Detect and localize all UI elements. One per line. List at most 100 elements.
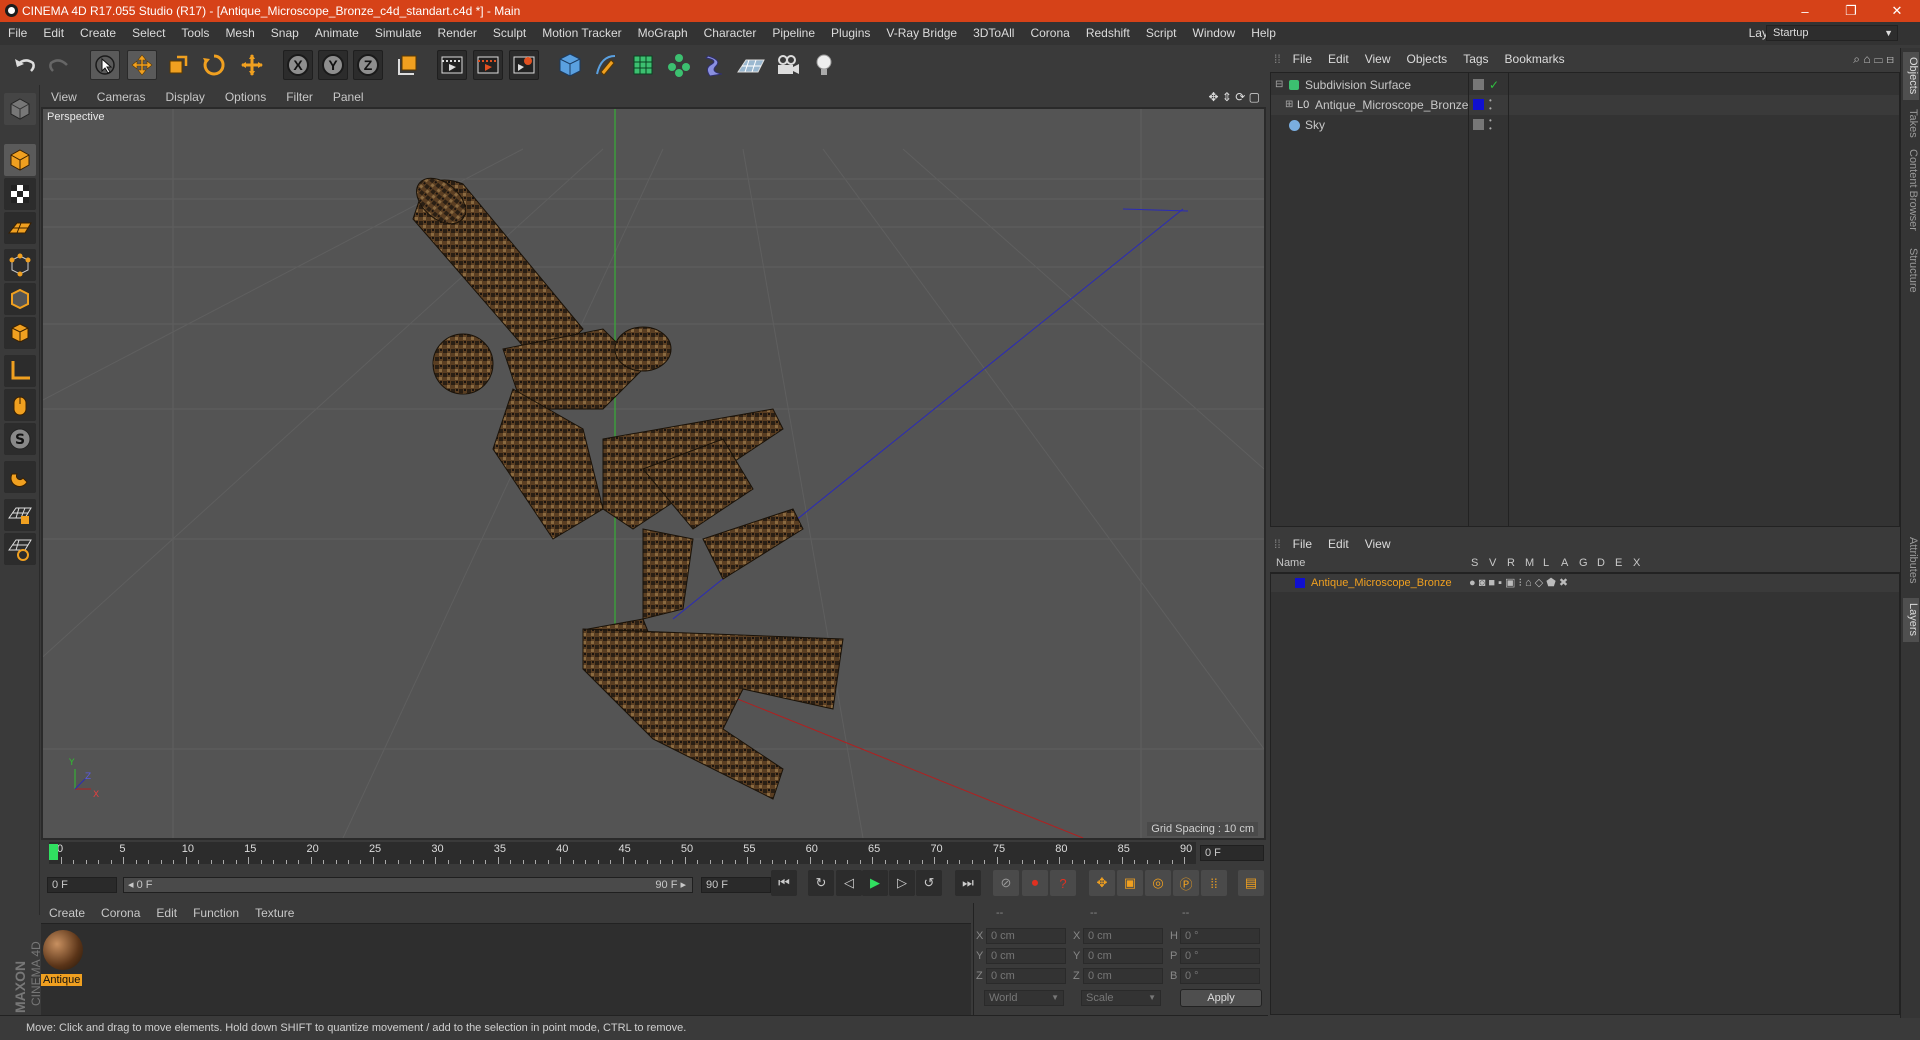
layer-col-generators[interactable]: G bbox=[1579, 557, 1588, 569]
key-rotation-button[interactable]: ◎ bbox=[1145, 870, 1171, 896]
coordinate-system-button[interactable] bbox=[393, 50, 423, 80]
position-x-field[interactable]: 0 cm bbox=[986, 928, 1066, 944]
planar-workplane-button[interactable] bbox=[4, 533, 36, 565]
timeline-window-button[interactable]: ▤ bbox=[1238, 870, 1264, 896]
pen-spline-button[interactable] bbox=[591, 50, 621, 80]
light-button[interactable] bbox=[809, 50, 839, 80]
material-menu-edit[interactable]: Edit bbox=[148, 906, 185, 920]
magnet-button[interactable] bbox=[4, 461, 36, 493]
menu-tools[interactable]: Tools bbox=[173, 22, 217, 45]
viewport-menu-cameras[interactable]: Cameras bbox=[87, 90, 156, 104]
layer-toggle-icons[interactable]: ● ◙ ■ ▪ ▣ ⁝ ⌂ ◇ ⬟ ✖ bbox=[1469, 574, 1568, 592]
layer-col-solo[interactable]: S bbox=[1471, 557, 1478, 569]
layer-col-xref[interactable]: X bbox=[1633, 557, 1640, 569]
deformer-button[interactable] bbox=[700, 50, 730, 80]
visibility-dots-icon[interactable]: • • bbox=[1489, 117, 1492, 133]
floor-button[interactable] bbox=[736, 50, 766, 80]
material-menu-create[interactable]: Create bbox=[41, 906, 93, 920]
menu-3dtoall[interactable]: 3DToAll bbox=[965, 22, 1022, 45]
multi-move-tool-button[interactable] bbox=[237, 50, 267, 80]
rotation-p-field[interactable]: 0 ° bbox=[1180, 948, 1260, 964]
next-frame-button[interactable]: ▷ bbox=[889, 870, 915, 896]
menu-snap[interactable]: Snap bbox=[263, 22, 307, 45]
menu-character[interactable]: Character bbox=[696, 22, 765, 45]
size-z-field[interactable]: 0 cm bbox=[1083, 968, 1163, 984]
menu-help[interactable]: Help bbox=[1243, 22, 1284, 45]
menu-redshift[interactable]: Redshift bbox=[1078, 22, 1138, 45]
menu-mograph[interactable]: MoGraph bbox=[630, 22, 696, 45]
layer-menu-file[interactable]: File bbox=[1285, 537, 1320, 551]
menu-mesh[interactable]: Mesh bbox=[217, 22, 262, 45]
viewport-nav-icons[interactable]: ✥ ⇕ ⟳ ▢ bbox=[1208, 90, 1260, 104]
autokey-button[interactable]: ? bbox=[1050, 870, 1076, 896]
subdivision-surface-button[interactable] bbox=[628, 50, 658, 80]
locked-workplane-button[interactable] bbox=[4, 499, 36, 531]
menu-animate[interactable]: Animate bbox=[307, 22, 367, 45]
layer-col-manager[interactable]: M bbox=[1525, 557, 1534, 569]
menu-create[interactable]: Create bbox=[72, 22, 124, 45]
layer-menu-view[interactable]: View bbox=[1357, 537, 1399, 551]
end-frame-field[interactable]: 90 F bbox=[701, 877, 771, 893]
x-axis-lock-button[interactable]: X bbox=[283, 50, 313, 80]
workplane-mode-button[interactable] bbox=[4, 212, 36, 244]
position-z-field[interactable]: 0 cm bbox=[986, 968, 1066, 984]
key-pla-button[interactable]: ⁞⁞ bbox=[1201, 870, 1227, 896]
start-frame-field[interactable]: 0 F bbox=[47, 877, 117, 893]
size-y-field[interactable]: 0 cm bbox=[1083, 948, 1163, 964]
snap-button[interactable]: S bbox=[4, 423, 36, 455]
menu-window[interactable]: Window bbox=[1185, 22, 1244, 45]
layer-col-expressions[interactable]: E bbox=[1615, 557, 1622, 569]
position-y-field[interactable]: 0 cm bbox=[986, 948, 1066, 964]
loop-forward-button[interactable]: ↺ bbox=[916, 870, 942, 896]
rotation-b-field[interactable]: 0 ° bbox=[1180, 968, 1260, 984]
column-divider[interactable] bbox=[1508, 72, 1509, 527]
layer-col-animation[interactable]: A bbox=[1561, 557, 1568, 569]
menu-render[interactable]: Render bbox=[430, 22, 485, 45]
material-menu-corona[interactable]: Corona bbox=[93, 906, 148, 920]
render-picture-viewer-button[interactable] bbox=[473, 50, 503, 80]
layer-col-locked[interactable]: L bbox=[1543, 557, 1549, 569]
frame-range-slider[interactable]: ◂ 0 F 90 F ▸ bbox=[123, 877, 693, 893]
menu-select[interactable]: Select bbox=[124, 22, 173, 45]
object-menu-tags[interactable]: Tags bbox=[1455, 52, 1496, 66]
menu-plugins[interactable]: Plugins bbox=[823, 22, 878, 45]
tweak-mode-button[interactable] bbox=[4, 389, 36, 421]
edges-mode-button[interactable] bbox=[4, 283, 36, 315]
key-position-button[interactable]: ✥ bbox=[1089, 870, 1115, 896]
apply-button[interactable]: Apply bbox=[1180, 989, 1262, 1007]
layer-row[interactable]: Antique_Microscope_Bronze ● ◙ ■ ▪ ▣ ⁝ ⌂ … bbox=[1271, 574, 1899, 592]
drag-handle-icon[interactable]: ⁞⁞ bbox=[1270, 537, 1285, 551]
previous-frame-button[interactable]: ◁ bbox=[836, 870, 862, 896]
y-axis-lock-button[interactable]: Y bbox=[318, 50, 348, 80]
menu-motion-tracker[interactable]: Motion Tracker bbox=[534, 22, 629, 45]
menu-vray-bridge[interactable]: V-Ray Bridge bbox=[878, 22, 965, 45]
record-button[interactable]: ⏺ bbox=[1022, 870, 1048, 896]
rotation-h-field[interactable]: 0 ° bbox=[1180, 928, 1260, 944]
points-mode-button[interactable] bbox=[4, 249, 36, 281]
side-tab-layers[interactable]: Layers bbox=[1903, 598, 1919, 642]
coordinate-mode-select[interactable]: World ▼ bbox=[984, 990, 1064, 1006]
make-editable-button[interactable] bbox=[4, 93, 36, 125]
object-menu-edit[interactable]: Edit bbox=[1320, 52, 1357, 66]
polygons-mode-button[interactable] bbox=[4, 317, 36, 349]
rotate-tool-button[interactable] bbox=[199, 50, 229, 80]
go-to-end-button[interactable]: ⏭ bbox=[955, 870, 981, 896]
redo-button[interactable] bbox=[44, 50, 74, 80]
material-menu-function[interactable]: Function bbox=[185, 906, 247, 920]
scale-tool-button[interactable] bbox=[163, 50, 193, 80]
size-x-field[interactable]: 0 cm bbox=[1083, 928, 1163, 944]
move-tool-button[interactable] bbox=[127, 50, 157, 80]
key-parameter-button[interactable]: Ⓟ bbox=[1173, 870, 1199, 896]
loop-button[interactable]: ↻ bbox=[808, 870, 834, 896]
minimize-button[interactable]: – bbox=[1782, 0, 1828, 22]
search-home-icons[interactable]: ⌕ ⌂ ▭ ⊟ bbox=[1853, 52, 1894, 67]
object-row-sky[interactable]: Sky • • bbox=[1271, 115, 1899, 135]
side-tab-content-browser[interactable]: Content Browser bbox=[1903, 146, 1919, 234]
menu-sculpt[interactable]: Sculpt bbox=[485, 22, 534, 45]
viewport-menu-filter[interactable]: Filter bbox=[276, 90, 323, 104]
expand-icon[interactable]: ⊞ bbox=[1285, 95, 1293, 115]
menu-file[interactable]: File bbox=[0, 22, 35, 45]
enabled-check-icon[interactable]: ✓ bbox=[1489, 79, 1499, 91]
layout-select[interactable]: Startup ▼ bbox=[1766, 25, 1898, 41]
render-view-button[interactable] bbox=[437, 50, 467, 80]
